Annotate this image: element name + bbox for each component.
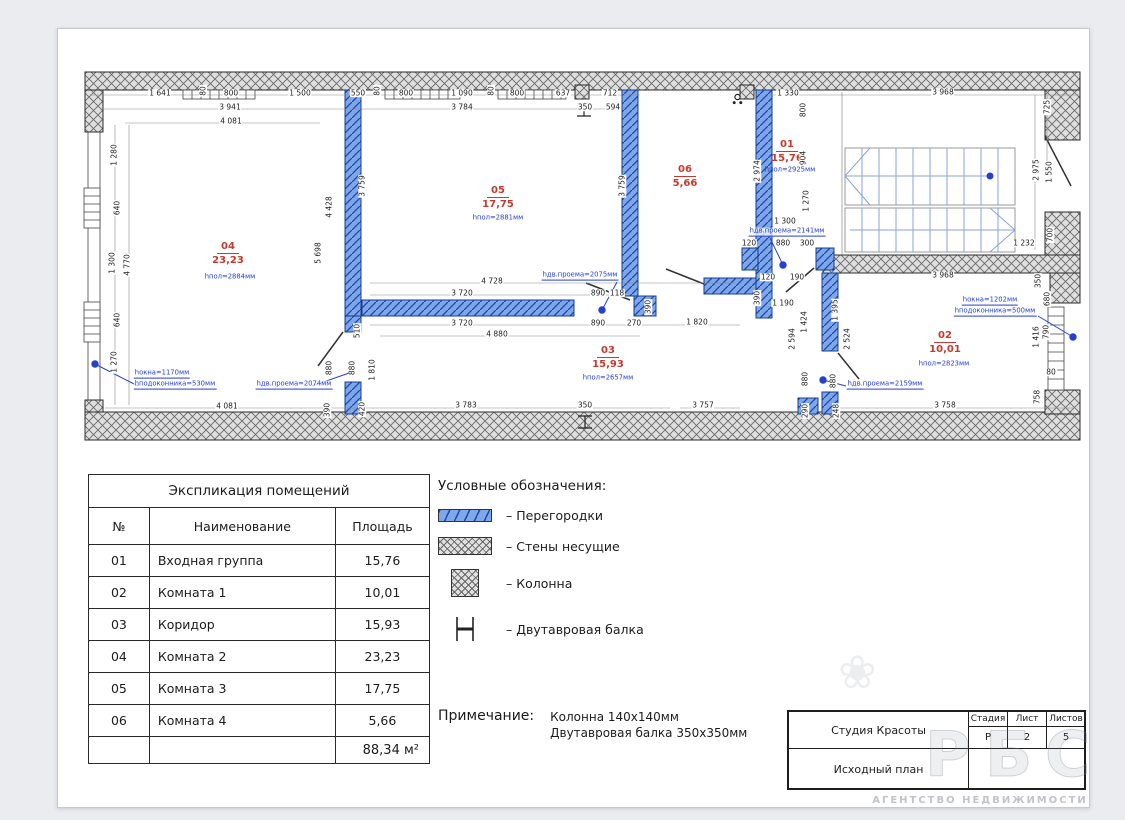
table-row: 01Входная группа15,76 bbox=[89, 545, 430, 577]
page: { "colors":{"partition_blue":"#7da7ea","… bbox=[0, 0, 1125, 820]
col-header-number: № bbox=[89, 508, 150, 545]
sanitary-fixture-icon bbox=[731, 91, 744, 110]
floor-plan bbox=[80, 70, 1085, 445]
ibeam-symbols bbox=[577, 104, 592, 428]
col-header-area: Площадь bbox=[335, 508, 429, 545]
bearing-wall-swatch-icon bbox=[438, 537, 492, 555]
table-row: 03Коридор15,93 bbox=[89, 609, 430, 641]
col-header-name: Наименование bbox=[149, 508, 335, 545]
project-name: Студия Красоты bbox=[789, 712, 969, 749]
sheets-value: 5 bbox=[1047, 727, 1085, 749]
legend: Условные обозначения: – Перегородки – Ст… bbox=[438, 478, 644, 657]
ibeam-swatch-icon bbox=[452, 615, 478, 643]
partition-walls bbox=[345, 90, 838, 414]
stage-value: Р bbox=[969, 727, 1008, 749]
explication-rows: 01Входная группа15,7602Комната 110,0103К… bbox=[89, 545, 430, 764]
note-line-1: Колонна 140х140мм bbox=[550, 710, 747, 726]
windows bbox=[84, 90, 1064, 400]
sheet-value: 2 bbox=[1008, 727, 1047, 749]
note-line-2: Двутавровая балка 350х350мм bbox=[550, 726, 747, 742]
table-row: 04Комната 223,23 bbox=[89, 641, 430, 673]
note-label: Примечание: bbox=[438, 708, 534, 741]
load-bearing-walls bbox=[85, 72, 1080, 440]
sheet-header: Лист bbox=[1008, 712, 1047, 727]
note: Примечание: Колонна 140х140мм Двутаврова… bbox=[438, 708, 747, 741]
column-swatch-icon bbox=[451, 569, 479, 597]
legend-item-bearing-walls: – Стены несущие bbox=[438, 537, 644, 555]
document-name: Исходный план bbox=[789, 749, 969, 790]
legend-title: Условные обозначения: bbox=[438, 478, 644, 494]
explication-table: Экспликация помещений № Наименование Пло… bbox=[88, 474, 430, 764]
title-block-empty-cell bbox=[969, 749, 1085, 790]
title-block: Студия Красоты Стадия Лист Листов Р 2 5 … bbox=[787, 710, 1086, 790]
legend-item-partitions: – Перегородки bbox=[438, 508, 644, 523]
table-total-row: 88,34 м² bbox=[89, 737, 430, 764]
sheets-header: Листов bbox=[1047, 712, 1085, 727]
table-row: 06Комната 45,66 bbox=[89, 705, 430, 737]
table-row: 02Комната 110,01 bbox=[89, 577, 430, 609]
partition-swatch-icon bbox=[438, 509, 492, 522]
legend-item-ibeam: – Двутавровая балка bbox=[438, 615, 644, 643]
stage-header: Стадия bbox=[969, 712, 1008, 727]
stairs bbox=[845, 148, 1015, 252]
legend-item-column: – Колонна bbox=[438, 569, 644, 597]
explication-title: Экспликация помещений bbox=[89, 475, 430, 508]
table-row: 05Комната 317,75 bbox=[89, 673, 430, 705]
